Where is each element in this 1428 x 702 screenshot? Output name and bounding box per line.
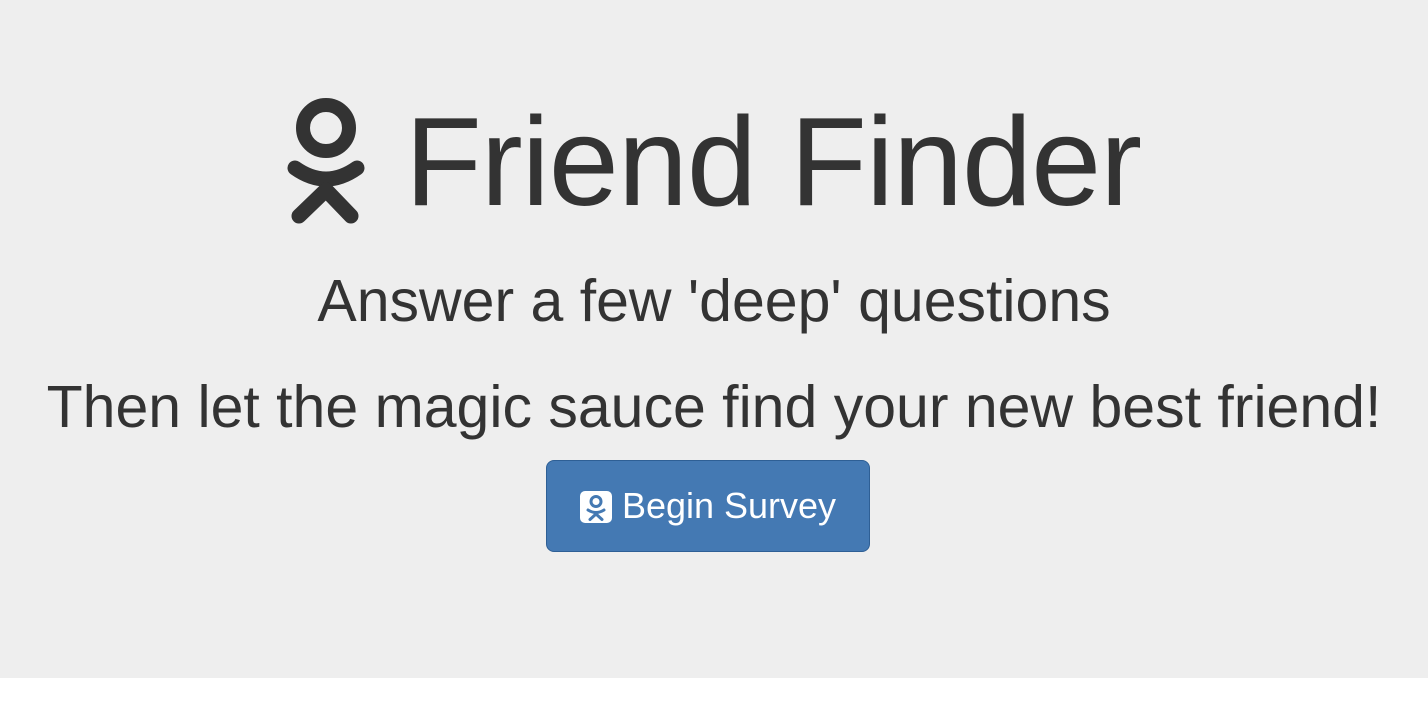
odnoklassniki-icon: [287, 98, 365, 226]
begin-survey-button[interactable]: Begin Survey: [546, 460, 870, 552]
title-text: Friend Finder: [404, 91, 1142, 232]
odnoklassniki-square-icon: [579, 490, 612, 523]
page-title: Friend Finder: [0, 92, 1428, 232]
tagline-line-2: Then let the magic sauce find your new b…: [46, 374, 1382, 440]
tagline-line-1: Answer a few 'deep' questions: [317, 268, 1111, 334]
begin-survey-label: Begin Survey: [621, 485, 837, 526]
jumbotron: Friend Finder Answer a few 'deep' questi…: [0, 0, 1428, 678]
